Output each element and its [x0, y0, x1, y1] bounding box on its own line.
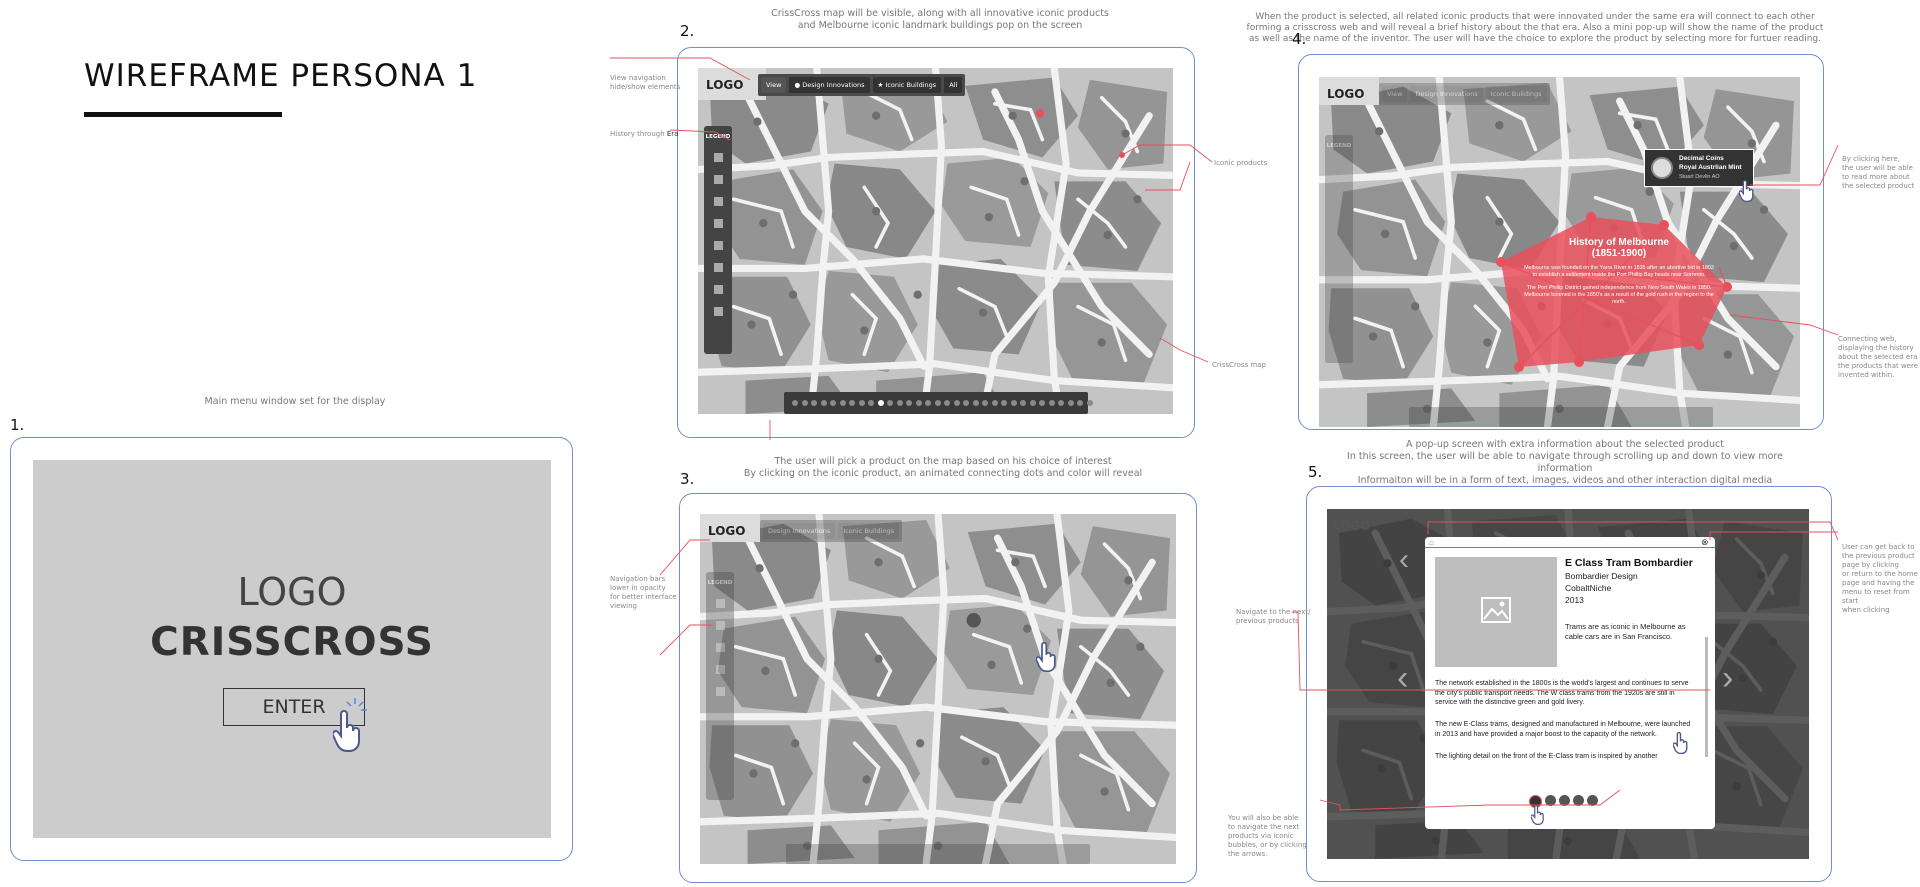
main-menu-screen: LOGO CRISSCROSS ENTER — [33, 460, 551, 838]
step3-annotation-lines — [659, 539, 712, 656]
main-logo: LOGO — [237, 570, 347, 614]
step5-annotation-lines — [1292, 521, 1839, 811]
note-go-back: User can get back to the previous produc… — [1842, 543, 1918, 614]
step2-caption: CrissCross map will be visible, along wi… — [771, 8, 1109, 31]
step4-number: 4. — [1292, 30, 1307, 48]
note-connecting-web: Connecting web, displaying the history a… — [1838, 335, 1919, 379]
history-paragraph-2: The Port Phillip District gained indepen… — [1524, 285, 1714, 305]
step5-caption: A pop-up screen with extra information a… — [1347, 439, 1783, 486]
nav-iconic-buildings[interactable]: Iconic Buildings — [838, 523, 900, 539]
step1-caption: Main menu window set for the display — [204, 396, 386, 407]
step5-number: 5. — [1308, 463, 1323, 481]
view-navbar-faded: Design Innovations Iconic Buildings — [760, 520, 903, 542]
history-title: History of Melbourne — [1568, 237, 1669, 248]
history-years: (1851-1900) — [1591, 248, 1647, 259]
legend-item[interactable] — [715, 665, 725, 674]
map-screen-selecting: LOGO Design Innovations Iconic Buildings… — [700, 514, 1176, 864]
popup-inventor: Stuart Devlin AO — [1679, 174, 1720, 180]
legend-item[interactable] — [715, 687, 725, 696]
history-panel: History of Melbourne (1851-1900) Melbour… — [1524, 237, 1714, 306]
era-timeline-faded[interactable] — [786, 844, 1090, 864]
brand-name: CRISSCROSS — [150, 620, 434, 665]
page-title: WIREFRAME PERSONA 1 — [84, 58, 478, 94]
title-underline — [84, 112, 282, 117]
step3-number: 3. — [680, 470, 695, 488]
step3-caption: The user will pick a product on the map … — [743, 456, 1143, 479]
pointer-hand-icon — [1035, 641, 1058, 677]
popup-product-name: Decimal Coins — [1679, 155, 1724, 162]
step2-annotation-lines — [610, 57, 1213, 440]
nav-design-innovations[interactable]: Design Innovations — [763, 523, 836, 539]
step4-caption: When the product is selected, all relate… — [1246, 12, 1824, 44]
step3-frame: LOGO Design Innovations Iconic Buildings… — [679, 493, 1197, 883]
step4-annotation-lines — [1729, 144, 1839, 336]
step1-frame: LOGO CRISSCROSS ENTER — [10, 437, 573, 861]
click-burst-icon — [343, 698, 367, 727]
step2-number: 2. — [680, 22, 695, 40]
history-paragraph-1: Melbourne was founded on the Yarra River… — [1524, 265, 1714, 278]
note-read-more: By clicking here, the user will be able … — [1842, 155, 1915, 190]
crisscross-map[interactable] — [700, 514, 1176, 864]
step1-number: 1. — [10, 416, 25, 434]
coin-icon — [1651, 157, 1673, 179]
era-timeline-faded[interactable] — [1409, 407, 1713, 427]
